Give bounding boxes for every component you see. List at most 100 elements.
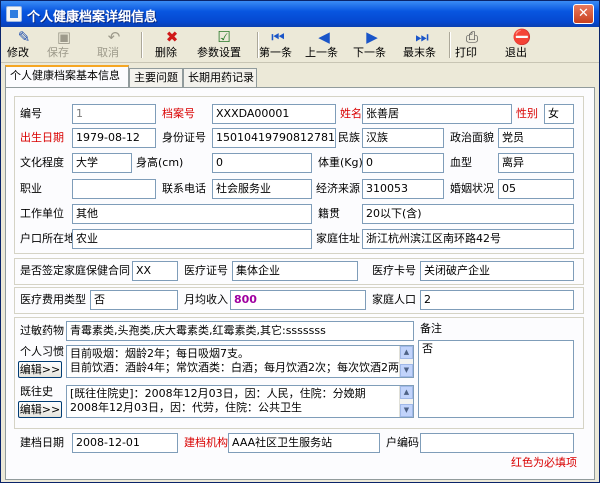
label-medical-card: 医疗卡号 <box>372 264 416 277</box>
history-edit-button[interactable]: 编辑>> <box>18 401 62 418</box>
ethnicity-field[interactable]: 汉族 <box>362 128 444 148</box>
name-field[interactable]: 张善居 <box>362 104 512 124</box>
family-size-field[interactable]: 2 <box>420 290 574 310</box>
label-workplace: 工作单位 <box>20 207 64 220</box>
basic-info-panel: 编号 1 档案号 XXXDA00001 姓名 张善居 性别 女 出生日期 197… <box>5 87 595 480</box>
toolbar-separator <box>449 32 451 58</box>
label-created-date: 建档日期 <box>20 436 64 449</box>
undo-icon: ↶ <box>107 28 121 46</box>
scroll-up-arrow-icon[interactable]: ▲ <box>400 386 413 399</box>
label-family-size: 家庭人口 <box>372 293 416 306</box>
scroll-up-arrow-icon[interactable]: ▲ <box>400 346 413 359</box>
label-habits: 个人习惯 <box>20 345 64 358</box>
label-marital: 婚姻状况 <box>450 182 494 195</box>
settings-icon: ☑ <box>217 28 231 46</box>
label-remarks: 备注 <box>420 322 442 335</box>
last-record-button[interactable]: ⏭ 最末条 <box>403 28 441 62</box>
created-org-field[interactable]: AAA社区卫生服务站 <box>228 433 380 453</box>
label-id: 编号 <box>20 107 42 120</box>
hukou-field[interactable]: 农业 <box>72 229 312 249</box>
label-birth-date: 出生日期 <box>20 131 64 144</box>
print-button[interactable]: ⎙ 打印 <box>455 28 489 62</box>
family-contract-field[interactable]: XX <box>132 261 178 281</box>
marital-field[interactable]: 05 <box>498 179 574 199</box>
id-field[interactable]: 1 <box>72 104 156 124</box>
history-textarea[interactable]: [既往住院史]：2008年12月03日，因：人民，住院：分娩期 2008年12月… <box>66 385 414 418</box>
save-button[interactable]: ▣ 保存 <box>47 28 81 62</box>
previous-record-button[interactable]: ◀ 上一条 <box>305 28 343 62</box>
habits-textarea[interactable]: 目前吸烟：烟龄2年；每日吸烟7支。 目前饮酒：酒龄4年；常饮酒类：白酒；每月饮酒… <box>66 345 414 378</box>
label-occupation: 职业 <box>20 182 42 195</box>
occupation-field[interactable] <box>72 179 156 199</box>
weight-field[interactable]: 0 <box>362 153 444 173</box>
label-archive-no: 档案号 <box>162 107 195 120</box>
medical-card-field[interactable]: 关闭破产企业 <box>420 261 574 281</box>
exit-button[interactable]: ⛔ 退出 <box>505 28 539 62</box>
phone-field[interactable]: 社会服务业 <box>212 179 312 199</box>
cancel-button[interactable]: ↶ 取消 <box>97 28 131 62</box>
title-bar[interactable]: 个人健康档案详细信息 ✕ <box>1 1 599 27</box>
settings-button[interactable]: ☑ 参数设置 <box>197 28 251 62</box>
monthly-income-field[interactable]: 800 <box>230 290 366 310</box>
history-scrollbar[interactable]: ▲ ▼ <box>399 386 413 417</box>
label-weight: 体重(Kg) <box>318 156 363 169</box>
delete-button[interactable]: ✖ 删除 <box>155 28 189 62</box>
tab-main-problems[interactable]: 主要问题 <box>129 68 183 87</box>
habits-edit-button[interactable]: 编辑>> <box>18 361 62 378</box>
allergy-field[interactable]: 青霉素类,头孢类,庆大霉素类,红霉素类,其它:sssssss <box>66 321 414 341</box>
delete-icon: ✖ <box>165 28 179 46</box>
save-icon: ▣ <box>56 28 72 46</box>
expense-type-field[interactable]: 否 <box>90 290 178 310</box>
education-field[interactable]: 大学 <box>72 153 132 173</box>
label-medical-cert: 医疗证号 <box>184 264 228 277</box>
archive-no-field[interactable]: XXXDA00001 <box>212 104 336 124</box>
label-home-address: 家庭住址 <box>316 232 360 245</box>
label-household-code: 户编码 <box>386 436 419 449</box>
required-fields-note: 红色为必填项 <box>511 456 577 469</box>
edit-icon: ✎ <box>17 28 31 46</box>
label-created-org: 建档机构 <box>184 436 228 449</box>
habits-scrollbar[interactable]: ▲ ▼ <box>399 346 413 377</box>
political-field[interactable]: 党员 <box>498 128 574 148</box>
tab-basic-info[interactable]: 个人健康档案基本信息 <box>5 65 129 87</box>
medical-cert-field[interactable]: 集体企业 <box>232 261 358 281</box>
label-allergy: 过敏药物 <box>20 324 64 337</box>
household-code-field[interactable] <box>420 433 574 453</box>
birth-date-field[interactable]: 1979-08-12 <box>72 128 156 148</box>
exit-icon: ⛔ <box>512 28 532 46</box>
next-record-icon: ▶ <box>366 28 378 46</box>
height-field[interactable]: 0 <box>212 153 312 173</box>
scroll-down-arrow-icon[interactable]: ▼ <box>400 364 413 377</box>
gender-field[interactable]: 女 <box>544 104 574 124</box>
toolbar: ✎ 修改 ▣ 保存 ↶ 取消 ✖ 删除 ☑ 参数设置 ⏮ 第一条 ◀ 上一条 ▶… <box>1 27 599 63</box>
income-source-field[interactable]: 310053 <box>362 179 444 199</box>
first-record-button[interactable]: ⏮ 第一条 <box>259 28 297 62</box>
label-history: 既往史 <box>20 385 53 398</box>
label-phone: 联系电话 <box>162 182 206 195</box>
label-blood-type: 血型 <box>450 156 472 169</box>
app-icon <box>6 6 22 22</box>
tab-long-term-medication[interactable]: 长期用药记录 <box>183 68 257 87</box>
close-button[interactable]: ✕ <box>573 4 594 24</box>
label-height: 身高(cm) <box>136 156 184 169</box>
scroll-down-arrow-icon[interactable]: ▼ <box>400 404 413 417</box>
label-expense-type: 医疗费用类型 <box>20 293 86 306</box>
blood-type-field[interactable]: 离异 <box>498 153 574 173</box>
remarks-textarea[interactable]: 否 <box>418 340 574 418</box>
label-political: 政治面貌 <box>450 131 494 144</box>
label-hukou: 户口所在地 <box>20 232 75 245</box>
created-date-field[interactable]: 2008-12-01 <box>72 433 178 453</box>
toolbar-separator <box>141 32 143 58</box>
label-ethnicity: 民族 <box>338 131 360 144</box>
workplace-field[interactable]: 其他 <box>72 204 312 224</box>
label-native-place: 籍贯 <box>318 207 340 220</box>
label-education: 文化程度 <box>20 156 64 169</box>
id-card-field[interactable]: 150104197908127810 <box>212 128 336 148</box>
next-record-button[interactable]: ▶ 下一条 <box>353 28 391 62</box>
native-place-field[interactable]: 20以下(含) <box>362 204 574 224</box>
label-income-source: 经济来源 <box>316 182 360 195</box>
edit-button[interactable]: ✎ 修改 <box>7 28 41 62</box>
label-name: 姓名 <box>340 107 362 120</box>
label-monthly-income: 月均收入 <box>184 293 228 306</box>
home-address-field[interactable]: 浙江杭州滨江区南环路42号 <box>362 229 574 249</box>
